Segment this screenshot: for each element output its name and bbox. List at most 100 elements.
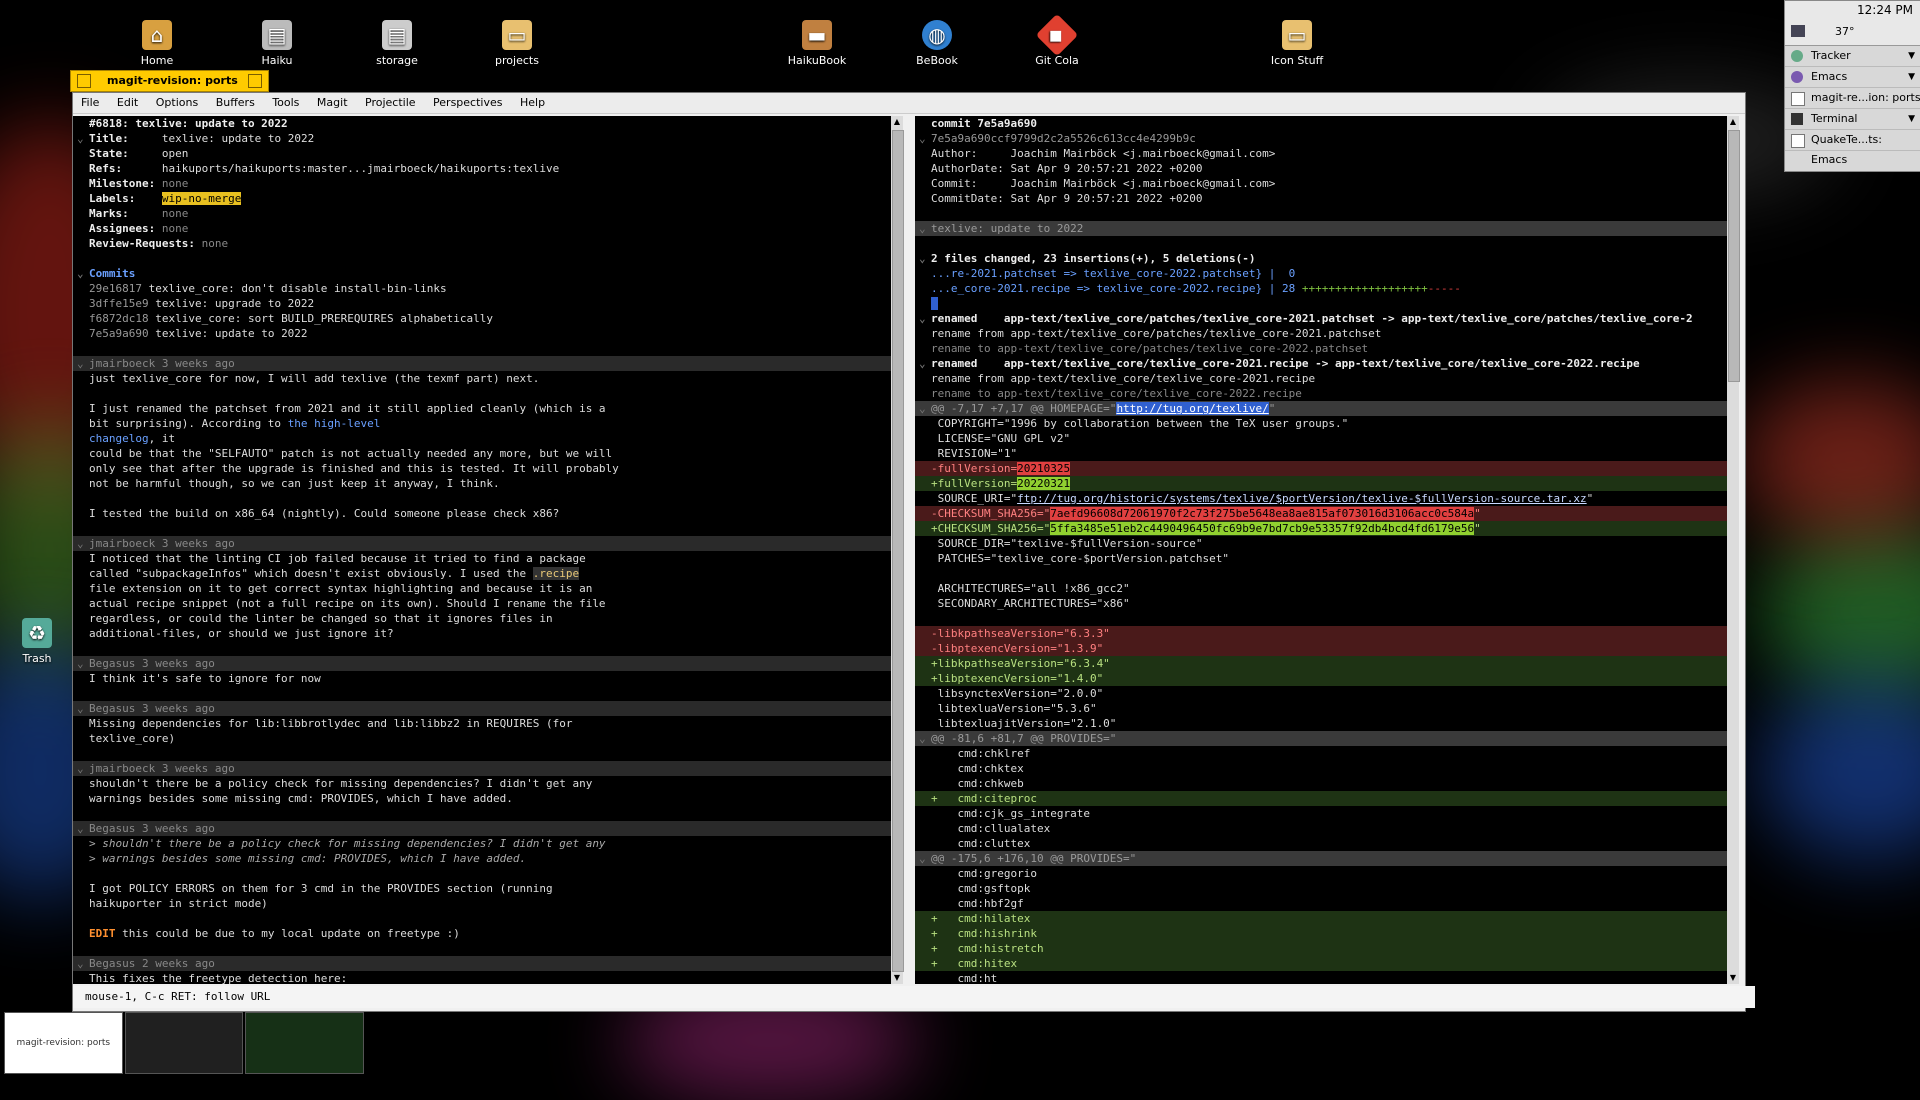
diff-context: cmd:chkweb — [931, 777, 1024, 790]
comment-header[interactable]: ⌄ Begasus 3 weeks ago — [73, 821, 891, 836]
hunk-header[interactable]: ⌄ @@ -7,17 +7,17 @@ HOMEPAGE="http://tug.… — [915, 401, 1727, 416]
hunk-header[interactable]: ⌄ @@ -175,6 +176,10 @@ PROVIDES=" — [915, 851, 1727, 866]
workspace-1[interactable]: magit-revision: ports — [4, 1012, 123, 1074]
menu-projectile[interactable]: Projectile — [365, 96, 416, 109]
diffstat-row[interactable]: ...e_core-2021.recipe => texlive_core-20… — [915, 281, 1727, 296]
commit-row[interactable]: 29e16817 texlive_core: don't disable ins… — [73, 281, 891, 296]
comment-text: changelog, it — [89, 432, 176, 445]
scrollbar-thumb[interactable] — [1728, 130, 1740, 382]
comment-header[interactable]: ⌄ jmairboeck 3 weeks ago — [73, 536, 891, 551]
author-line: Author: Joachim Mairböck <j.mairboeck@gm… — [931, 147, 1276, 160]
window-icon — [1791, 92, 1805, 106]
desktop-icon-projects[interactable]: ▭ projects — [472, 20, 562, 67]
menu-edit[interactable]: Edit — [117, 96, 138, 109]
commit-row[interactable]: 3dffe15e9 texlive: upgrade to 2022 — [73, 296, 891, 311]
commit-subject[interactable]: ⌄ texlive: update to 2022 — [915, 221, 1727, 236]
scroll-up-arrow-icon[interactable]: ▲ — [1727, 116, 1739, 128]
comment-header[interactable]: ⌄ Begasus 2 weeks ago — [73, 956, 891, 971]
tray-icon[interactable] — [1791, 25, 1805, 37]
link[interactable]: changelog — [89, 432, 149, 445]
scroll-up-arrow-icon[interactable]: ▲ — [891, 116, 903, 128]
revision-buffer[interactable]: commit 7e5a9a690 ⌄ 7e5a9a690ccf9799d2c2a5… — [915, 116, 1727, 984]
comment-header[interactable]: ⌄ Begasus 3 weeks ago — [73, 701, 891, 716]
diff-context: cmd:ht — [931, 972, 998, 984]
desktop-icon-gitcola[interactable]: ◆ Git Cola — [1012, 13, 1102, 67]
comment-text: actual recipe snippet (not a full recipe… — [89, 597, 606, 610]
desktop-icon-trash[interactable]: ♻ Trash — [0, 618, 82, 665]
desktop-icon-label: Trash — [22, 652, 52, 665]
menu-magit[interactable]: Magit — [317, 96, 348, 109]
diff-context: SOURCE_DIR="texlive-$fullVersion-source" — [931, 537, 1203, 550]
close-button[interactable] — [77, 74, 91, 88]
deskbar-item-label: Tracker — [1811, 49, 1851, 62]
deskbar-item-magit[interactable]: magit-re...ion: ports — [1785, 88, 1920, 109]
field-label: Marks: — [89, 207, 129, 220]
comment-header[interactable]: ⌄ jmairboeck 3 weeks ago — [73, 761, 891, 776]
deskbar-item-tracker[interactable]: Tracker ▼ — [1785, 46, 1920, 67]
diff-context: cmd:gsftopk — [931, 882, 1031, 895]
file-rename-header[interactable]: ⌄ renamed app-text/texlive_core/texlive_c… — [915, 356, 1727, 371]
desktop-icon-iconstuff[interactable]: ▭ Icon Stuff — [1252, 20, 1342, 67]
homepage-link[interactable]: http://tug.org/texlive/ — [1116, 402, 1269, 415]
scroll-down-arrow-icon[interactable]: ▼ — [1727, 972, 1739, 984]
comment-text: This fixes the freetype detection here: — [89, 972, 348, 984]
field-value: none — [161, 222, 189, 235]
quote-text: > shouldn't there be a policy check for … — [89, 837, 606, 850]
diff-context: libsynctexVersion="2.0.0" — [931, 687, 1104, 700]
diff-removed: -fullVersion=20210325 — [915, 461, 1727, 476]
commit-row[interactable]: f6872dc18 texlive_core: sort BUILD_PRERE… — [73, 311, 891, 326]
left-scrollbar[interactable]: ▲ ▼ — [891, 116, 904, 984]
clock[interactable]: 12:24 PM — [1857, 3, 1913, 17]
desktop-icon-haiku[interactable]: ▤ Haiku — [232, 20, 322, 67]
desktop-icon-storage[interactable]: ▤ storage — [352, 20, 442, 67]
menu-tools[interactable]: Tools — [272, 96, 299, 109]
deskbar-item-quaketerm[interactable]: QuakeTe...ts: Emacs — [1785, 130, 1920, 166]
field-labels: Labels: wip-no-merge — [73, 191, 891, 206]
comment-header[interactable]: ⌄ jmairboeck 3 weeks ago — [73, 356, 891, 371]
deskbar-item-emacs[interactable]: Emacs ▼ — [1785, 67, 1920, 88]
globe-icon: ◍ — [922, 20, 952, 50]
comment-header[interactable]: ⌄ Begasus 3 weeks ago — [73, 656, 891, 671]
field-marks: Marks: none — [73, 206, 891, 221]
diff-added: + cmd:citeproc — [915, 791, 1727, 806]
weather-temp[interactable]: 37° — [1835, 25, 1855, 38]
hunk-header[interactable]: ⌄ @@ -81,6 +81,7 @@ PROVIDES=" — [915, 731, 1727, 746]
link[interactable]: the high-level — [288, 417, 381, 430]
cursor — [915, 296, 1727, 311]
file-rename-header[interactable]: ⌄ renamed app-text/texlive_core/patches/t… — [915, 311, 1727, 326]
workspace-3[interactable] — [245, 1012, 365, 1074]
diff-removed: -libptexencVersion="1.3.9" — [915, 641, 1727, 656]
workspace-window-label: magit-revision: ports — [16, 1038, 111, 1048]
workspace-2[interactable] — [124, 1012, 244, 1074]
chevron-down-icon: ▼ — [1908, 51, 1915, 61]
desktop-icon-haikubook[interactable]: ▬ HaikuBook — [772, 20, 862, 67]
deskbar-item-terminal[interactable]: Terminal ▼ — [1785, 109, 1920, 130]
desktop-icon-label: storage — [376, 54, 418, 67]
source-uri-link[interactable]: ftp://tug.org/historic/systems/texlive/$… — [1017, 492, 1587, 505]
desktop-icon-bebook[interactable]: ◍ BeBook — [892, 20, 982, 67]
diff-context: libtexluajitVersion="2.1.0" — [931, 717, 1117, 730]
menu-file[interactable]: File — [81, 96, 99, 109]
scroll-down-arrow-icon[interactable]: ▼ — [891, 972, 903, 984]
menu-perspectives[interactable]: Perspectives — [433, 96, 502, 109]
desktop-icon-home[interactable]: ⌂ Home — [112, 20, 202, 67]
window-tab[interactable]: magit-revision: ports — [70, 70, 269, 92]
diff-removed: -CHECKSUM_SHA256="7aefd96608d72061970f2c… — [915, 506, 1727, 521]
desktop-icon-label: projects — [495, 54, 539, 67]
pull-request-buffer[interactable]: #6818: texlive: update to 2022 ⌄ Title: t… — [73, 116, 891, 984]
commit-row[interactable]: 7e5a9a690 texlive: update to 2022 — [73, 326, 891, 341]
commits-heading[interactable]: ⌄ Commits — [73, 266, 891, 281]
diff-context: COPYRIGHT="1996 by collaboration between… — [931, 417, 1349, 430]
menu-buffers[interactable]: Buffers — [216, 96, 255, 109]
deskbar-item-label: Terminal — [1811, 112, 1858, 125]
zoom-button[interactable] — [247, 74, 262, 88]
label-badge[interactable]: wip-no-merge — [161, 192, 242, 205]
menu-options[interactable]: Options — [156, 96, 198, 109]
chevron-down-icon: ▼ — [1908, 72, 1915, 82]
diffstat-summary[interactable]: ⌄ 2 files changed, 23 insertions(+), 5 de… — [915, 251, 1727, 266]
folder-icon: ▭ — [502, 20, 532, 50]
scrollbar-thumb[interactable] — [892, 130, 904, 972]
menu-help[interactable]: Help — [520, 96, 545, 109]
diffstat-row[interactable]: ...re-2021.patchset => texlive_core-2022… — [915, 266, 1727, 281]
right-scrollbar[interactable]: ▲ ▼ — [1727, 116, 1740, 984]
